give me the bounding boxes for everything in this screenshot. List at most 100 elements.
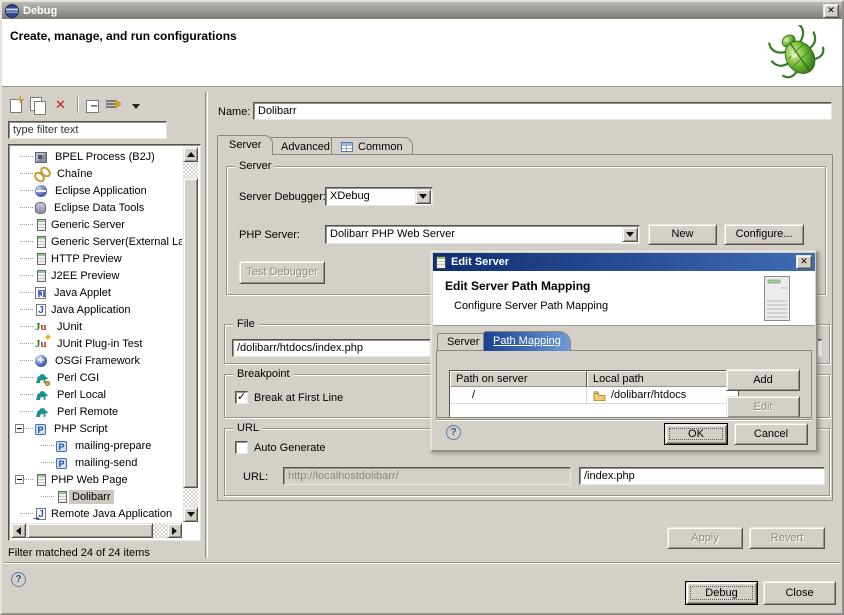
edit-mapping-button[interactable]: Edit xyxy=(726,396,800,418)
php-icon xyxy=(56,458,67,469)
delete-configuration-icon[interactable] xyxy=(53,97,70,114)
path-mapping-table: Path on server Local path / /dolibarr/ht… xyxy=(449,370,739,418)
breakpoint-group-legend: Breakpoint xyxy=(233,368,294,380)
tree-item-php-web-page[interactable]: PHP Web Page xyxy=(11,471,182,488)
close-window-icon[interactable] xyxy=(823,4,839,18)
column-header-path-on-server[interactable]: Path on server xyxy=(450,371,587,387)
server-icon xyxy=(37,253,46,265)
break-first-line-label: Break at First Line xyxy=(254,392,343,404)
filter-status-text: Filter matched 24 of 24 items xyxy=(8,547,150,559)
help-icon[interactable] xyxy=(11,572,26,587)
tree-item-eclipse-data-tools[interactable]: Eclipse Data Tools xyxy=(11,199,182,216)
tree-item-j2ee-preview[interactable]: J2EE Preview xyxy=(11,267,182,284)
type-filter-input[interactable] xyxy=(9,122,166,138)
tree-item-http-preview[interactable]: HTTP Preview xyxy=(11,250,182,267)
tab-server[interactable]: Server xyxy=(217,135,273,155)
tree-item-generic-server-external[interactable]: Generic Server(External La xyxy=(11,233,182,250)
break-first-line-checkbox[interactable]: Break at First Line xyxy=(235,391,343,404)
edit-server-title-bar[interactable]: Edit Server xyxy=(433,253,815,271)
help-icon[interactable] xyxy=(446,425,461,440)
new-server-button[interactable]: New xyxy=(648,224,717,245)
horizontal-scroll-thumb[interactable] xyxy=(27,523,153,538)
configure-server-button[interactable]: Configure... xyxy=(724,224,804,245)
new-configuration-icon[interactable] xyxy=(10,99,22,113)
toolbar-menu-chevron-icon[interactable] xyxy=(130,97,147,114)
chevron-down-icon[interactable] xyxy=(622,227,638,242)
java-icon xyxy=(36,304,46,316)
panel-sash[interactable] xyxy=(205,92,208,558)
tree-item-php-script[interactable]: PHP Script xyxy=(11,420,182,437)
close-button[interactable]: Close xyxy=(763,581,836,605)
php-server-combobox[interactable]: Dolibarr PHP Web Server xyxy=(325,225,640,244)
name-label: Name: xyxy=(218,106,250,118)
checkbox-unchecked-icon[interactable] xyxy=(235,441,248,454)
tree-item-perl-remote[interactable]: Perl Remote xyxy=(11,403,182,420)
tree-item-junit-plugin-test[interactable]: JUnit Plug-in Test xyxy=(11,335,182,352)
footer-separator xyxy=(4,562,840,564)
tree-horizontal-scrollbar[interactable] xyxy=(11,523,182,538)
auto-generate-label: Auto Generate xyxy=(254,442,326,454)
scroll-right-icon[interactable] xyxy=(167,523,182,538)
tree-vertical-scrollbar[interactable] xyxy=(183,147,198,522)
revert-button[interactable]: Revert xyxy=(749,527,825,549)
table-row[interactable]: / /dolibarr/htdocs xyxy=(450,387,739,404)
dialog-banner: Create, manage, and run configurations xyxy=(2,19,842,87)
checkbox-checked-icon[interactable] xyxy=(235,391,248,404)
ok-button[interactable]: OK xyxy=(664,423,728,445)
scroll-down-icon[interactable] xyxy=(183,507,198,522)
server-debugger-value: XDebug xyxy=(330,190,414,202)
tree-item-osgi-framework[interactable]: OSGi Framework xyxy=(11,352,182,369)
tree-item-java-application[interactable]: Java Application xyxy=(11,301,182,318)
tree-item-bpel-process[interactable]: BPEL Process (B2J) xyxy=(11,148,182,165)
url-path-input[interactable] xyxy=(580,468,824,484)
server-icon xyxy=(436,256,446,269)
bpel-icon xyxy=(35,152,47,163)
apply-button[interactable]: Apply xyxy=(667,527,743,549)
tree-item-perl-local[interactable]: Perl Local xyxy=(11,386,182,403)
osgi-icon xyxy=(35,355,47,367)
tree-item-chaine[interactable]: Chaîne xyxy=(11,165,182,182)
tree-item-mailing-prepare[interactable]: mailing-prepare xyxy=(11,437,182,454)
tree-item-dolibarr[interactable]: Dolibarr xyxy=(11,488,182,505)
eclipse-sphere-icon xyxy=(35,185,47,197)
junit-plugin-icon xyxy=(35,337,49,351)
name-field-wrap xyxy=(253,102,832,120)
collapse-toggle-icon[interactable] xyxy=(15,424,24,433)
dialog-tab-server[interactable]: Server xyxy=(437,333,489,351)
dialog-heading: Edit Server Path Mapping xyxy=(445,279,590,293)
tree-item-perl-cgi[interactable]: Perl CGI xyxy=(11,369,182,386)
tree-item-mailing-send[interactable]: mailing-send xyxy=(11,454,182,471)
tree-item-eclipse-application[interactable]: Eclipse Application xyxy=(11,182,182,199)
test-debugger-button[interactable]: Test Debugger xyxy=(239,261,325,284)
tree-item-remote-java-application[interactable]: Remote Java Application xyxy=(11,505,182,522)
collapse-toggle-icon[interactable] xyxy=(15,475,24,484)
cancel-button[interactable]: Cancel xyxy=(734,423,808,445)
server-icon xyxy=(37,270,46,282)
column-header-local-path[interactable]: Local path xyxy=(587,371,739,387)
tree-item-generic-server[interactable]: Generic Server xyxy=(11,216,182,233)
configuration-name-input[interactable] xyxy=(254,103,831,119)
server-debugger-label: Server Debugger: xyxy=(239,191,326,203)
collapse-all-icon[interactable] xyxy=(86,100,99,113)
php-icon xyxy=(35,424,46,435)
dialog-tab-path-mapping[interactable]: Path Mapping xyxy=(483,331,571,351)
tree-item-java-applet[interactable]: Java Applet xyxy=(11,284,182,301)
debug-button[interactable]: Debug xyxy=(685,581,758,605)
server-icon xyxy=(37,474,46,486)
server-debugger-combobox[interactable]: XDebug xyxy=(325,187,433,206)
scroll-up-icon[interactable] xyxy=(183,147,198,162)
tree-item-junit[interactable]: JUnit xyxy=(11,318,182,335)
cell-path-on-server: / xyxy=(450,387,587,403)
duplicate-configuration-icon[interactable] xyxy=(29,97,46,114)
title-bar[interactable]: Debug xyxy=(2,2,842,19)
tab-common[interactable]: Common xyxy=(331,137,413,155)
close-dialog-icon[interactable] xyxy=(796,255,812,269)
auto-generate-checkbox[interactable]: Auto Generate xyxy=(235,441,326,454)
scroll-left-icon[interactable] xyxy=(11,523,26,538)
chevron-down-icon[interactable] xyxy=(415,189,431,204)
file-group-legend: File xyxy=(233,318,259,330)
url-label: URL: xyxy=(243,471,268,483)
vertical-scroll-thumb[interactable] xyxy=(183,178,198,488)
add-mapping-button[interactable]: Add xyxy=(726,369,800,391)
filter-launch-configurations-icon[interactable] xyxy=(106,97,123,114)
